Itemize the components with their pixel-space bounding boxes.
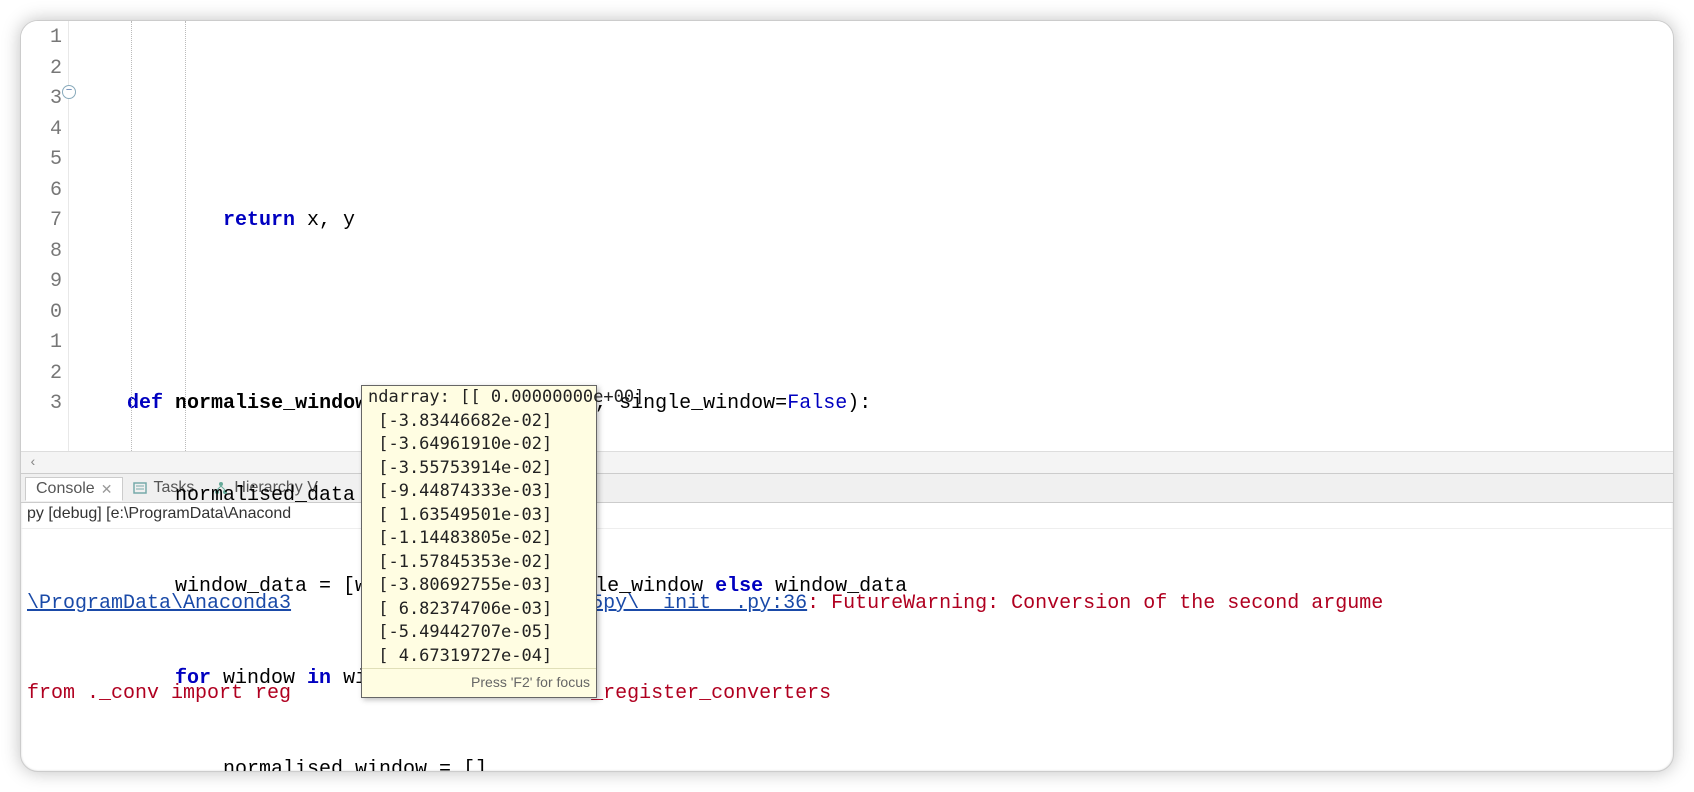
debug-value-tooltip[interactable]: ndarray: [[ 0.00000000e+00] [-3.83446682… <box>361 385 597 698</box>
indent-guide <box>185 21 186 451</box>
indent-guide <box>131 21 132 451</box>
line-number-gutter: 1 2 3 4 5 6 7 8 9 0 1 2 3 − <box>21 21 69 451</box>
code-line[interactable]: normalised_window = [] <box>79 755 1673 772</box>
line-number: 5 <box>21 145 62 176</box>
code-line[interactable]: for window in window_data: <box>79 664 1673 695</box>
code-line[interactable]: def normalise_windows(self, window_data,… <box>79 389 1673 420</box>
tooltip-row: [-9.44874333e-03] <box>362 480 596 504</box>
tooltip-row: [-1.57845353e-02] <box>362 551 596 575</box>
line-number: 3 <box>21 389 62 420</box>
current-line-highlight <box>69 358 1673 389</box>
line-number: 2 <box>21 359 62 390</box>
line-number: 9 <box>21 267 62 298</box>
code-line[interactable]: normalised_data = [] <box>79 481 1673 512</box>
tooltip-row: [ 1.63549501e-03] <box>362 504 596 528</box>
tooltip-row: [-3.80692755e-03] <box>362 574 596 598</box>
tab-label: Console <box>36 480 95 498</box>
tooltip-row: [-1.14483805e-02] <box>362 527 596 551</box>
tooltip-footer: Press 'F2' for focus <box>362 668 596 697</box>
tooltip-header: ndarray: [[ 0.00000000e+00] <box>362 386 596 410</box>
code-line[interactable]: return x, y <box>79 206 1673 237</box>
close-icon[interactable]: ✕ <box>101 481 113 498</box>
line-number: 6 <box>21 176 62 207</box>
tooltip-row: [ 6.82374706e-03] <box>362 598 596 622</box>
line-number: 1 <box>21 328 62 359</box>
ide-window: 1 2 3 4 5 6 7 8 9 0 1 2 3 − return x, y … <box>20 20 1674 772</box>
line-number: 3 <box>21 84 62 115</box>
line-number: 1 <box>21 23 62 54</box>
line-number: 7 <box>21 206 62 237</box>
tab-console[interactable]: Console ✕ <box>25 477 123 501</box>
tooltip-row: [-3.55753914e-02] <box>362 457 596 481</box>
tooltip-row: [-3.64961910e-02] <box>362 433 596 457</box>
code-area[interactable]: return x, y def normalise_windows(self, … <box>69 21 1673 451</box>
code-line[interactable]: window_data = [window_data] if single_wi… <box>79 572 1673 603</box>
scroll-left-icon[interactable]: ‹ <box>25 455 41 471</box>
tooltip-row: [-5.49442707e-05] <box>362 621 596 645</box>
tooltip-row: [ 4.67319727e-04] <box>362 645 596 669</box>
line-number: 8 <box>21 237 62 268</box>
line-number: 2 <box>21 54 62 85</box>
code-editor[interactable]: 1 2 3 4 5 6 7 8 9 0 1 2 3 − return x, y … <box>21 21 1673 451</box>
line-number: 0 <box>21 298 62 329</box>
code-line[interactable] <box>79 298 1673 329</box>
line-number: 4 <box>21 115 62 146</box>
tooltip-row: [-3.83446682e-02] <box>362 410 596 434</box>
